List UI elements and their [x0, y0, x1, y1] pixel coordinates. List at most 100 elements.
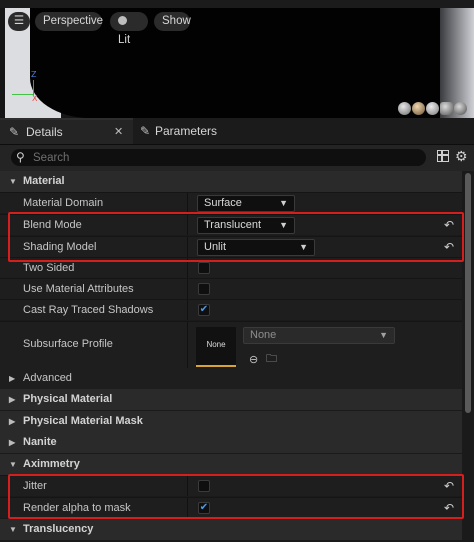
- cast-ray-traced-shadows-checkbox[interactable]: ✔: [198, 304, 210, 316]
- search-box[interactable]: ⚲: [11, 149, 426, 166]
- category-physical-material-mask-label: Physical Material Mask: [23, 415, 143, 427]
- lit-sphere-icon: [118, 16, 127, 25]
- column-divider[interactable]: [187, 237, 188, 257]
- column-divider[interactable]: [187, 193, 188, 213]
- reset-to-default-icon[interactable]: ↶: [444, 476, 454, 497]
- column-divider[interactable]: [187, 279, 188, 299]
- column-divider[interactable]: [187, 322, 188, 368]
- reset-to-default-icon[interactable]: ↶: [444, 215, 454, 236]
- category-material[interactable]: ▼ Material: [0, 171, 462, 192]
- property-row-render-alpha-to-mask: Render alpha to mask ✔ ↶: [0, 497, 462, 518]
- lit-label: Lit: [118, 34, 131, 46]
- property-row-blend-mode: Blend Mode Translucent ▼ ↶: [0, 214, 462, 235]
- subsurface-profile-thumbnail[interactable]: None: [196, 327, 236, 367]
- collapsed-arrow-icon: ▶: [9, 438, 16, 447]
- collapsed-arrow-icon: ▶: [9, 417, 16, 426]
- preview-sphere-icon[interactable]: [412, 102, 425, 115]
- chevron-down-icon: ▼: [279, 198, 288, 208]
- collapsed-arrow-icon: ▶: [9, 395, 16, 404]
- hamburger-icon: ☰: [13, 15, 25, 27]
- axis-z-label: Z: [31, 70, 37, 79]
- category-translucency[interactable]: ▼ Translucency: [0, 519, 462, 540]
- two-sided-label: Two Sided: [23, 262, 75, 274]
- reset-to-default-icon[interactable]: ↶: [444, 498, 454, 519]
- shading-model-dropdown[interactable]: Unlit ▼: [197, 239, 315, 256]
- property-row-subsurface-profile: Subsurface Profile None None ▼ ⊖ 🗀: [0, 321, 462, 368]
- browse-asset-icon[interactable]: 🗀: [266, 349, 277, 370]
- chevron-down-icon: ▼: [379, 330, 388, 340]
- category-aximmetry-label: Aximmetry: [23, 458, 80, 470]
- axis-z-line: [33, 80, 34, 95]
- subsurface-profile-label: Subsurface Profile: [23, 338, 113, 350]
- render-alpha-to-mask-label: Render alpha to mask: [23, 502, 131, 514]
- subsurface-profile-dropdown[interactable]: None ▼: [243, 327, 395, 344]
- subsurface-profile-value: None: [250, 329, 277, 341]
- category-aximmetry[interactable]: ▼ Aximmetry: [0, 454, 462, 475]
- preview-custom-mesh-icon[interactable]: [454, 102, 467, 115]
- show-button[interactable]: Show: [154, 12, 191, 31]
- blend-mode-dropdown[interactable]: Translucent ▼: [197, 217, 295, 234]
- expand-arrow-icon: ▼: [9, 525, 17, 534]
- column-divider[interactable]: [187, 215, 188, 235]
- blend-mode-label: Blend Mode: [23, 219, 82, 231]
- axis-x-label: X: [32, 94, 38, 103]
- column-divider[interactable]: [187, 498, 188, 518]
- two-sided-checkbox[interactable]: [198, 262, 210, 274]
- collapsed-arrow-icon: ▶: [9, 374, 16, 383]
- shading-model-value: Unlit: [204, 241, 227, 253]
- property-row-two-sided: Two Sided: [0, 257, 462, 278]
- preview-plane-icon[interactable]: [426, 102, 439, 115]
- category-translucency-label: Translucency: [23, 523, 94, 535]
- column-divider[interactable]: [187, 258, 188, 278]
- panel-tab-bar: ✎ Details ✕ ✎ Parameters: [0, 118, 474, 145]
- tab-parameters-label: Parameters: [155, 124, 218, 138]
- category-physical-material-label: Physical Material: [23, 393, 113, 405]
- use-material-attributes-checkbox[interactable]: [198, 283, 210, 295]
- tab-details-label: Details: [26, 125, 63, 139]
- gear-icon[interactable]: ⚙: [455, 148, 468, 164]
- column-divider[interactable]: [187, 300, 188, 320]
- lit-button[interactable]: Lit: [110, 12, 148, 46]
- tab-details[interactable]: ✎ Details ✕: [0, 118, 133, 144]
- material-domain-label: Material Domain: [23, 197, 104, 209]
- property-row-material-domain: Material Domain Surface ▼: [0, 192, 462, 213]
- viewport-menu-button[interactable]: ☰: [8, 12, 30, 31]
- property-row-jitter: Jitter ↶: [0, 475, 462, 496]
- advanced-label: Advanced: [23, 372, 72, 384]
- material-domain-dropdown[interactable]: Surface ▼: [197, 195, 295, 212]
- category-physical-material[interactable]: ▶ Physical Material: [0, 389, 462, 410]
- property-row-cast-ray-traced-shadows: Cast Ray Traced Shadows ✔: [0, 299, 462, 320]
- render-alpha-to-mask-checkbox[interactable]: ✔: [198, 502, 210, 514]
- preview-cylinder-icon[interactable]: [398, 102, 411, 115]
- details-icon: ✎: [9, 125, 20, 139]
- category-material-label: Material: [23, 175, 65, 187]
- category-nanite[interactable]: ▶ Nanite: [0, 432, 462, 453]
- category-nanite-label: Nanite: [23, 436, 57, 448]
- material-domain-value: Surface: [204, 197, 242, 209]
- expand-arrow-icon: ▼: [9, 460, 17, 469]
- reset-to-default-icon[interactable]: ↶: [444, 237, 454, 258]
- scrollbar-thumb[interactable]: [465, 173, 471, 413]
- chevron-down-icon: ▼: [279, 220, 288, 230]
- details-scrollbar[interactable]: [462, 171, 474, 542]
- search-input[interactable]: [33, 150, 413, 165]
- viewport-top-strip: [0, 0, 474, 8]
- perspective-button[interactable]: Perspective: [35, 12, 103, 31]
- parameters-icon: ✎: [140, 124, 151, 138]
- category-physical-material-mask[interactable]: ▶ Physical Material Mask: [0, 411, 462, 432]
- preview-cube-icon[interactable]: [440, 102, 453, 115]
- chevron-down-icon: ▼: [299, 242, 308, 252]
- column-divider[interactable]: [187, 476, 188, 496]
- details-search-row: ⚲ ⚙: [0, 145, 474, 171]
- close-icon[interactable]: ✕: [114, 120, 123, 144]
- tab-parameters[interactable]: ✎ Parameters: [134, 118, 294, 144]
- property-matrix-icon[interactable]: [437, 150, 449, 162]
- jitter-label: Jitter: [23, 480, 47, 492]
- property-row-use-material-attributes: Use Material Attributes: [0, 278, 462, 299]
- material-preview-viewport[interactable]: ☰ Perspective Lit Show Z X: [0, 0, 474, 118]
- use-material-attributes-label: Use Material Attributes: [23, 283, 134, 295]
- advanced-section[interactable]: ▶ Advanced: [0, 368, 462, 389]
- jitter-checkbox[interactable]: [198, 480, 210, 492]
- property-row-shading-model: Shading Model Unlit ▼ ↶: [0, 236, 462, 257]
- shading-model-label: Shading Model: [23, 241, 97, 253]
